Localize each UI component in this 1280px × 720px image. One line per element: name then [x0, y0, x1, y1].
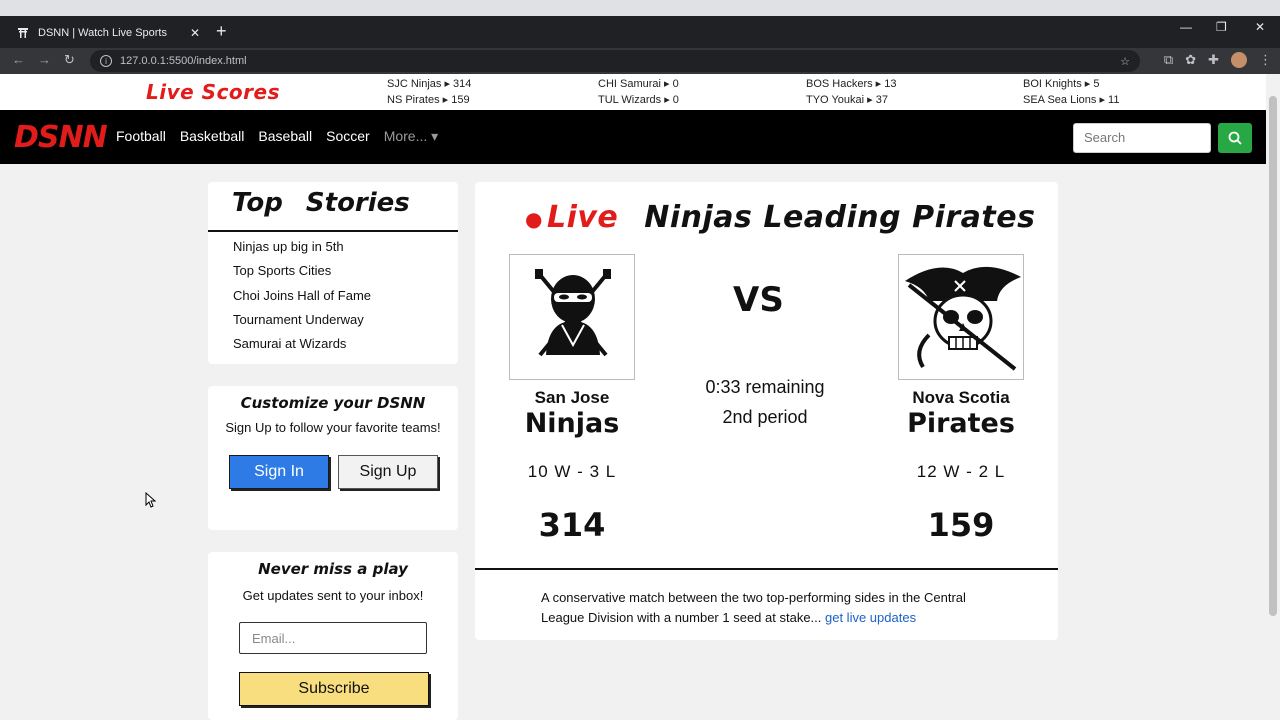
- home-team-name: Ninjas: [524, 408, 620, 439]
- score-line: TYO Youkai ▸ 37: [806, 94, 888, 106]
- live-scores-ticker: Live Scores SJC Ninjas ▸ 314 NS Pirates …: [0, 74, 1266, 110]
- nav-baseball[interactable]: Baseball: [258, 128, 312, 145]
- search-icon: [1228, 131, 1242, 145]
- nav-basketball[interactable]: Basketball: [180, 128, 245, 145]
- browser-tab[interactable]: DSNN | Watch Live Sports ✕: [8, 17, 208, 48]
- maximize-icon[interactable]: ❐: [1216, 20, 1227, 34]
- score-line: TUL Wizards ▸ 0: [598, 94, 679, 106]
- game-description: A conservative match between the two top…: [541, 588, 1001, 628]
- home-record: 10 W - 3 L: [527, 462, 617, 481]
- minimize-icon[interactable]: —: [1180, 20, 1192, 34]
- ninja-icon: [535, 269, 611, 357]
- away-record: 12 W - 2 L: [916, 462, 1006, 481]
- home-city: San Jose: [534, 388, 610, 407]
- url-text: 127.0.0.1:5500/index.html: [120, 55, 247, 67]
- reload-icon[interactable]: ↻: [64, 52, 75, 68]
- nav-soccer[interactable]: Soccer: [326, 128, 370, 145]
- away-score: 159: [927, 506, 995, 544]
- live-game-card: ● Live Ninjas Leading Pirates VS 0:33 re…: [475, 182, 1058, 640]
- extension-icon[interactable]: ⧉: [1164, 52, 1173, 68]
- top-stories-title: Top Stories: [232, 188, 410, 218]
- title-bar: [0, 0, 1280, 16]
- score-line: NS Pirates ▸ 159: [387, 94, 470, 106]
- sign-in-button[interactable]: Sign In: [229, 455, 329, 489]
- game-headline: ● Live Ninjas Leading Pirates: [525, 200, 1035, 235]
- story-link[interactable]: Ninjas up big in 5th: [233, 238, 371, 262]
- sign-up-button[interactable]: Sign Up: [338, 455, 438, 489]
- score-item[interactable]: BOI Knights ▸ 5 SEA Sea Lions ▸ 11: [1023, 76, 1119, 108]
- newsletter-subtitle: Get updates sent to your inbox!: [242, 588, 424, 603]
- score-item[interactable]: CHI Samurai ▸ 0 TUL Wizards ▸ 0: [598, 76, 679, 108]
- story-link[interactable]: Top Sports Cities: [233, 262, 371, 286]
- divider: [475, 568, 1058, 570]
- extension-color-icon[interactable]: ✿: [1185, 52, 1196, 68]
- score-line: BOS Hackers ▸ 13: [806, 78, 897, 90]
- story-link[interactable]: Samurai at Wizards: [233, 335, 371, 359]
- window-close-icon[interactable]: ✕: [1255, 20, 1265, 34]
- ninjas-logo: [509, 254, 635, 380]
- bookmark-star-icon[interactable]: ☆: [1120, 55, 1130, 68]
- site-info-icon[interactable]: i: [100, 55, 112, 67]
- page-scrollbar[interactable]: [1266, 74, 1280, 720]
- subscribe-button[interactable]: Subscribe: [239, 672, 429, 706]
- away-city: Nova Scotia: [912, 388, 1010, 407]
- home-score: 314: [538, 506, 606, 544]
- browser-tab-strip: DSNN | Watch Live Sports ✕ + — ❐ ✕: [0, 0, 1280, 48]
- game-clock: 0:33 remaining 2nd period: [675, 372, 855, 432]
- away-team-name: Pirates: [907, 408, 1015, 439]
- search-input[interactable]: Search: [1073, 123, 1211, 153]
- newsletter-card: Never miss a play Get updates sent to yo…: [208, 552, 458, 720]
- customize-card: Customize your DSNN Sign Up to follow yo…: [208, 386, 458, 530]
- live-dot-icon: ●: [525, 206, 543, 231]
- divider: [208, 230, 458, 232]
- headline-text: Ninjas Leading Pirates: [644, 200, 1036, 235]
- main-navbar: DSNN Football Basketball Baseball Soccer…: [0, 110, 1266, 164]
- forward-icon[interactable]: →: [38, 52, 51, 67]
- url-bar[interactable]: i 127.0.0.1:5500/index.html ☆: [90, 50, 1140, 72]
- story-link[interactable]: Tournament Underway: [233, 311, 371, 335]
- pirates-logo: [898, 254, 1024, 380]
- live-label: Live: [546, 200, 619, 235]
- page-content: Live Scores SJC Ninjas ▸ 314 NS Pirates …: [0, 74, 1266, 720]
- score-line: SEA Sea Lions ▸ 11: [1023, 94, 1120, 106]
- story-link[interactable]: Choi Joins Hall of Fame: [233, 287, 371, 311]
- score-item[interactable]: SJC Ninjas ▸ 314 NS Pirates ▸ 159: [387, 76, 471, 108]
- menu-dots-icon[interactable]: ⋮: [1259, 52, 1272, 68]
- site-favicon-icon: [16, 26, 30, 40]
- game-period: 2nd period: [722, 407, 808, 427]
- pirate-skull-icon: [905, 266, 1021, 371]
- extensions-area: ⧉ ✿ ✚ ⋮: [1164, 52, 1272, 68]
- nav-links: Football Basketball Baseball Soccer More…: [116, 128, 438, 145]
- tab-title: DSNN | Watch Live Sports: [38, 26, 167, 39]
- nav-football[interactable]: Football: [116, 128, 166, 145]
- puzzle-icon[interactable]: ✚: [1208, 52, 1219, 68]
- search-button[interactable]: [1218, 123, 1252, 153]
- email-field[interactable]: Email...: [239, 622, 427, 654]
- profile-avatar[interactable]: [1231, 52, 1247, 68]
- score-line: SJC Ninjas ▸ 314: [387, 78, 472, 90]
- address-toolbar: ← → ↻ i 127.0.0.1:5500/index.html ☆ ⧉ ✿ …: [0, 48, 1280, 74]
- top-stories-card: Top Stories Ninjas up big in 5th Top Spo…: [208, 182, 458, 364]
- customize-title: Customize your DSNN: [240, 394, 426, 412]
- top-stories-list: Ninjas up big in 5th Top Sports Cities C…: [233, 238, 371, 359]
- live-scores-title: Live Scores: [146, 80, 280, 104]
- nav-more-dropdown[interactable]: More... ▾: [384, 128, 438, 145]
- close-tab-icon[interactable]: ✕: [190, 26, 200, 40]
- customize-subtitle: Sign Up to follow your favorite teams!: [225, 420, 441, 435]
- time-remaining: 0:33 remaining: [705, 377, 825, 397]
- new-tab-icon[interactable]: +: [216, 22, 227, 40]
- score-item[interactable]: BOS Hackers ▸ 13 TYO Youkai ▸ 37: [806, 76, 897, 108]
- versus-label: VS: [733, 280, 784, 320]
- dsnn-logo[interactable]: DSNN: [14, 120, 108, 155]
- scrollbar-thumb[interactable]: [1269, 96, 1277, 616]
- live-updates-link[interactable]: get live updates: [825, 610, 916, 625]
- back-icon[interactable]: ←: [12, 52, 25, 67]
- score-line: BOI Knights ▸ 5: [1023, 78, 1100, 90]
- mouse-cursor-icon: [145, 492, 157, 508]
- score-line: CHI Samurai ▸ 0: [598, 78, 679, 90]
- newsletter-title: Never miss a play: [258, 560, 408, 578]
